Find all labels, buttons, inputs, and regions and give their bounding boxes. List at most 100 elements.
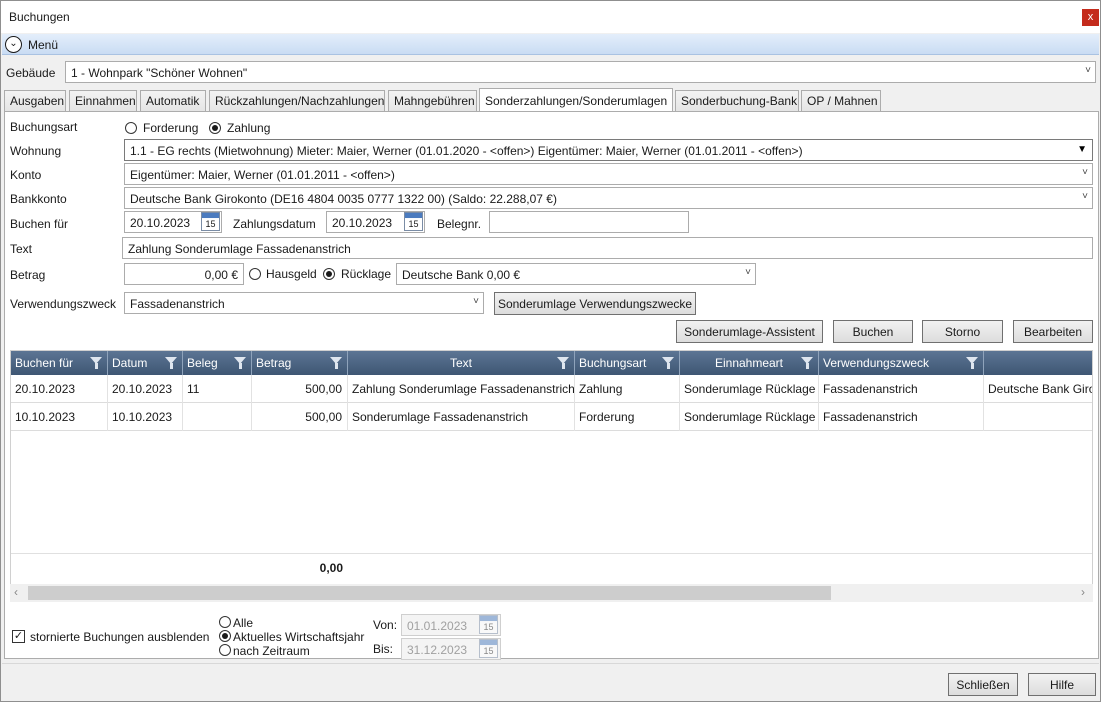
filter-icon[interactable]: [90, 357, 102, 369]
menu-bar[interactable]: ⌄ Menü: [2, 34, 1099, 55]
chevron-down-icon[interactable]: ⌄: [5, 36, 22, 53]
radio-ruecklage-label[interactable]: Rücklage: [341, 267, 391, 281]
cell-bankkonto: [984, 403, 1092, 431]
radio-alle[interactable]: [219, 616, 231, 628]
radio-nach-zeitraum-label[interactable]: nach Zeitraum: [233, 644, 310, 658]
filter-icon[interactable]: [165, 357, 177, 369]
cell-bankkonto: Deutsche Bank Girokonto: [988, 382, 1092, 396]
radio-hausgeld-label[interactable]: Hausgeld: [266, 267, 317, 281]
table-row[interactable]: 20.10.2023 20.10.2023 11 500,00 Zahlung …: [11, 375, 1092, 403]
konto-select[interactable]: Eigentümer: Maier, Werner (01.01.2011 - …: [124, 163, 1093, 185]
schliessen-button[interactable]: Schließen: [948, 673, 1018, 696]
radio-nach-zeitraum[interactable]: [219, 644, 231, 656]
sonderumlage-assistent-button[interactable]: Sonderumlage-Assistent: [676, 320, 823, 343]
filter-icon[interactable]: [330, 357, 342, 369]
verwendungszweck-select[interactable]: Fassadenanstrich ˅: [124, 292, 484, 314]
calendar-icon[interactable]: 15: [479, 639, 498, 658]
betrag-value: 0,00 €: [204, 268, 238, 282]
tab-mahngebuehren[interactable]: Mahngebühren: [388, 90, 477, 111]
buchen-button[interactable]: Buchen: [833, 320, 913, 343]
column-header-label: Einnahmeart: [714, 356, 784, 370]
bankkonto-label: Bankkonto: [10, 192, 67, 206]
calendar-icon[interactable]: 15: [404, 212, 423, 231]
cell-datum: 20.10.2023: [108, 375, 183, 403]
radio-forderung-label[interactable]: Forderung: [143, 121, 198, 135]
menu-label[interactable]: Menü: [28, 38, 58, 52]
cell-beleg: [183, 403, 252, 431]
filter-icon[interactable]: [557, 357, 569, 369]
radio-alle-label[interactable]: Alle: [233, 616, 253, 630]
betrag-input[interactable]: 0,00 €: [124, 263, 244, 285]
radio-aktuelles-wirtschaftsjahr[interactable]: [219, 630, 231, 642]
ruecklage-account-select[interactable]: Deutsche Bank 0,00 € ˅: [396, 263, 756, 285]
tab-sonderzahlungen[interactable]: Sonderzahlungen/Sonderumlagen: [479, 88, 673, 111]
belegnr-label: Belegnr.: [437, 217, 482, 231]
radio-ruecklage[interactable]: [323, 268, 335, 280]
cell-text: Zahlung Sonderumlage Fassadenanstrich: [348, 375, 575, 403]
belegnr-input[interactable]: [489, 211, 689, 233]
table-row[interactable]: 10.10.2023 10.10.2023 500,00 Sonderumlag…: [11, 403, 1092, 431]
column-header-einnahmeart[interactable]: Einnahmeart: [680, 351, 819, 375]
tab-automatik[interactable]: Automatik: [140, 90, 206, 111]
dropdown-arrow-icon: ▼: [1077, 144, 1087, 155]
horizontal-scrollbar[interactable]: ‹ ›: [10, 584, 1093, 602]
filter-icon[interactable]: [234, 357, 246, 369]
column-header-label: Text: [449, 356, 472, 370]
tab-op-mahnen[interactable]: OP / Mahnen: [801, 90, 881, 111]
footer-divider: [2, 663, 1099, 664]
tab-rueckzahlungen[interactable]: Rückzahlungen/Nachzahlungen: [209, 90, 385, 111]
cell-einnahmeart: Sonderumlage Rücklage: [680, 375, 819, 403]
column-header-label: Betrag: [256, 356, 292, 370]
radio-zahlung-label[interactable]: Zahlung: [227, 121, 270, 135]
bookings-table: Buchen für Datum Beleg Betrag Text Buchu…: [10, 350, 1093, 602]
column-header-beleg[interactable]: Beleg: [183, 351, 252, 375]
storno-button[interactable]: Storno: [922, 320, 1003, 343]
column-header-datum[interactable]: Datum: [108, 351, 183, 375]
wohnung-select[interactable]: 1.1 - EG rechts (Mietwohnung) Mieter: Ma…: [124, 139, 1093, 161]
column-header-bankkonto[interactable]: [984, 351, 1092, 375]
tab-ausgaben[interactable]: Ausgaben: [4, 90, 66, 111]
hide-storno-label[interactable]: stornierte Buchungen ausblenden: [30, 630, 209, 644]
bankkonto-select[interactable]: Deutsche Bank Girokonto (DE16 4804 0035 …: [124, 187, 1093, 209]
building-select[interactable]: 1 - Wohnpark "Schöner Wohnen" ˅: [65, 61, 1096, 83]
betrag-label: Betrag: [10, 268, 46, 282]
column-header-buchungsart[interactable]: Buchungsart: [575, 351, 680, 375]
sonderumlage-verwendungszwecke-button[interactable]: Sonderumlage Verwendungszwecke: [494, 292, 696, 315]
buchen-fuer-label: Buchen für: [10, 217, 69, 231]
cell-buchen-fuer: 10.10.2023: [11, 403, 108, 431]
column-header-label: Beleg: [187, 356, 218, 370]
filter-icon[interactable]: [801, 357, 813, 369]
verwendungszweck-label: Verwendungszweck: [10, 297, 117, 311]
bankkonto-value: Deutsche Bank Girokonto (DE16 4804 0035 …: [130, 192, 557, 206]
radio-hausgeld[interactable]: [249, 268, 261, 280]
text-input[interactable]: Zahlung Sonderumlage Fassadenanstrich: [122, 237, 1093, 259]
calendar-icon[interactable]: 15: [201, 212, 220, 231]
cell-betrag: 500,00: [252, 375, 348, 403]
bearbeiten-button[interactable]: Bearbeiten: [1013, 320, 1093, 343]
radio-forderung[interactable]: [125, 122, 137, 134]
window: Buchungen x ⌄ Menü Gebäude 1 - Wohnpark …: [0, 0, 1101, 702]
tab-sonderbuchung-bank[interactable]: Sonderbuchung-Bank: [675, 90, 799, 111]
calendar-icon[interactable]: 15: [479, 615, 498, 634]
radio-aktuelles-wirtschaftsjahr-label[interactable]: Aktuelles Wirtschaftsjahr: [233, 630, 364, 644]
hide-storno-checkbox[interactable]: ✓: [12, 630, 25, 643]
filter-icon[interactable]: [662, 357, 674, 369]
scroll-right-icon[interactable]: ›: [1081, 585, 1085, 599]
scrollbar-thumb[interactable]: [28, 586, 831, 600]
column-header-buchen-fuer[interactable]: Buchen für: [11, 351, 108, 375]
cell-einnahmeart: Sonderumlage Rücklage: [680, 403, 819, 431]
close-window-button[interactable]: x: [1082, 9, 1099, 26]
tab-einnahmen[interactable]: Einnahmen: [69, 90, 137, 111]
table-header: Buchen für Datum Beleg Betrag Text Buchu…: [11, 351, 1092, 375]
column-header-betrag[interactable]: Betrag: [252, 351, 348, 375]
scroll-left-icon[interactable]: ‹: [14, 585, 18, 599]
hilfe-button[interactable]: Hilfe: [1028, 673, 1096, 696]
column-header-text[interactable]: Text: [348, 351, 575, 375]
filter-icon[interactable]: [966, 357, 978, 369]
building-value: 1 - Wohnpark "Schöner Wohnen": [71, 66, 248, 80]
chevron-down-icon: ˅: [473, 296, 479, 307]
title-bar: Buchungen x: [1, 1, 1100, 33]
column-header-verwendungszweck[interactable]: Verwendungszweck: [819, 351, 984, 375]
cell-buchen-fuer: 20.10.2023: [11, 375, 108, 403]
radio-zahlung[interactable]: [209, 122, 221, 134]
